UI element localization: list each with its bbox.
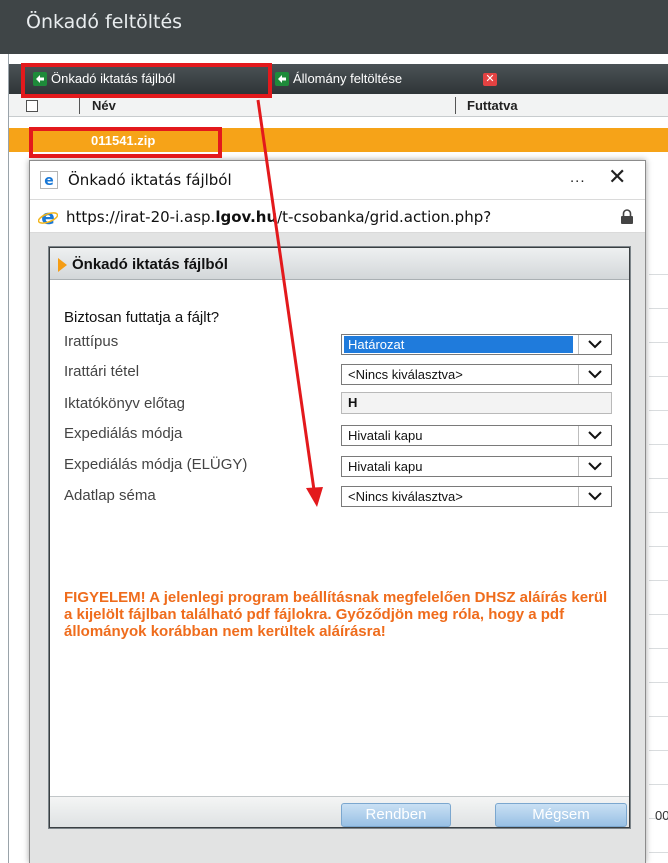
upload-icon <box>275 71 289 86</box>
delivery-method-elugy-label: Expediálás módja (ELÜGY) <box>64 456 248 473</box>
delivery-method-label: Expediálás módja <box>64 425 183 442</box>
column-header-run[interactable]: Futtatva <box>467 98 518 113</box>
data-sheet-schema-select[interactable]: <Nincs kiválasztva> <box>341 486 612 507</box>
ie-icon: e <box>38 207 58 227</box>
archive-item-select[interactable]: <Nincs kiválasztva> <box>341 364 612 385</box>
page-title: Önkadó feltöltés <box>26 11 183 33</box>
delivery-method-elugy-value: Hivatali kapu <box>348 459 423 474</box>
document-type-value: Határozat <box>344 336 573 353</box>
dialog-backdrop: Önkadó iktatás fájlból Biztosan futtatja… <box>30 233 645 863</box>
signature-warning: FIGYELEM! A jelenlegi program beállításn… <box>64 589 608 640</box>
address-bar[interactable]: e https://irat-20-i.asp.lgov.hu/t-csoban… <box>30 199 645 233</box>
popup-window: e Önkadó iktatás fájlból ... ✕ e https:/… <box>29 160 646 863</box>
svg-text:e: e <box>41 207 55 227</box>
grid-divider <box>649 546 668 547</box>
lock-icon <box>621 209 633 224</box>
annotation-highlight-file <box>29 127 222 158</box>
chevron-down-icon[interactable] <box>578 335 611 354</box>
delivery-method-select[interactable]: Hivatali kapu <box>341 425 612 446</box>
grid-divider <box>649 750 668 751</box>
grid-divider <box>649 444 668 445</box>
grid-divider <box>649 342 668 343</box>
select-all-checkbox[interactable] <box>26 100 38 112</box>
column-header-name[interactable]: Név <box>92 98 116 113</box>
chevron-down-icon[interactable] <box>578 457 611 476</box>
registry-prefix-value: H <box>348 395 358 410</box>
dialog-title: Önkadó iktatás fájlból <box>72 256 228 273</box>
chevron-down-icon[interactable] <box>578 487 611 506</box>
url-suffix: /t-csobanka/grid.action.php? <box>277 208 492 226</box>
grid-divider <box>649 682 668 683</box>
dialog-header: Önkadó iktatás fájlból <box>50 248 629 280</box>
annotation-highlight-toolbar <box>21 63 272 98</box>
grid-divider <box>649 512 668 513</box>
window-title: Önkadó iktatás fájlból <box>68 171 232 189</box>
import-dialog: Önkadó iktatás fájlból Biztosan futtatja… <box>49 247 630 828</box>
delivery-method-elugy-select[interactable]: Hivatali kapu <box>341 456 612 477</box>
paging-fragment: 00 <box>655 808 668 823</box>
archive-item-value: <Nincs kiválasztva> <box>348 367 463 382</box>
data-sheet-schema-label: Adatlap séma <box>64 487 156 504</box>
delete-icon[interactable]: ✕ <box>483 73 497 86</box>
document-type-select[interactable]: Határozat <box>341 334 612 355</box>
ok-button[interactable]: Rendben <box>341 803 451 827</box>
close-window-button[interactable]: ✕ <box>608 165 626 190</box>
chevron-down-icon[interactable] <box>578 426 611 445</box>
upload-file-button[interactable]: Állomány feltöltése <box>275 71 402 86</box>
archive-item-label: Irattári tétel <box>64 363 140 380</box>
url-domain: lgov.hu <box>215 208 278 226</box>
grid-divider <box>649 410 668 411</box>
delivery-method-value: Hivatali kapu <box>348 428 423 443</box>
more-options-button[interactable]: ... <box>570 169 586 186</box>
grid-divider <box>649 478 668 479</box>
column-separator <box>79 97 80 114</box>
url-prefix: https://irat-20-i.asp. <box>66 208 216 226</box>
grid-lines <box>649 232 668 863</box>
grid-divider <box>649 376 668 377</box>
grid-divider <box>649 716 668 717</box>
arrow-right-icon <box>58 258 67 272</box>
data-sheet-schema-value: <Nincs kiválasztva> <box>348 489 463 504</box>
grid-divider <box>649 580 668 581</box>
grid-divider <box>649 852 668 853</box>
url-text: https://irat-20-i.asp.lgov.hu/t-csobanka… <box>66 208 616 226</box>
confirm-question: Biztosan futtatja a fájlt? <box>64 309 220 326</box>
dialog-footer: Rendben Mégsem <box>50 796 629 827</box>
ie-icon: e <box>40 171 58 189</box>
grid-divider <box>649 648 668 649</box>
column-separator <box>455 97 456 114</box>
chevron-down-icon[interactable] <box>578 365 611 384</box>
grid-divider <box>649 308 668 309</box>
cancel-button[interactable]: Mégsem <box>495 803 627 827</box>
grid-divider <box>649 274 668 275</box>
grid-divider <box>649 784 668 785</box>
grid-divider <box>649 614 668 615</box>
document-type-label: Irattípus <box>64 333 119 350</box>
app-header: Önkadó feltöltés <box>0 0 668 54</box>
registry-prefix-input[interactable]: H <box>341 392 612 414</box>
svg-text:e: e <box>44 173 54 189</box>
upload-file-label: Állomány feltöltése <box>293 71 403 86</box>
registry-prefix-label: Iktatókönyv előtag <box>64 395 185 412</box>
window-titlebar[interactable]: e Önkadó iktatás fájlból ... ✕ <box>30 161 645 199</box>
